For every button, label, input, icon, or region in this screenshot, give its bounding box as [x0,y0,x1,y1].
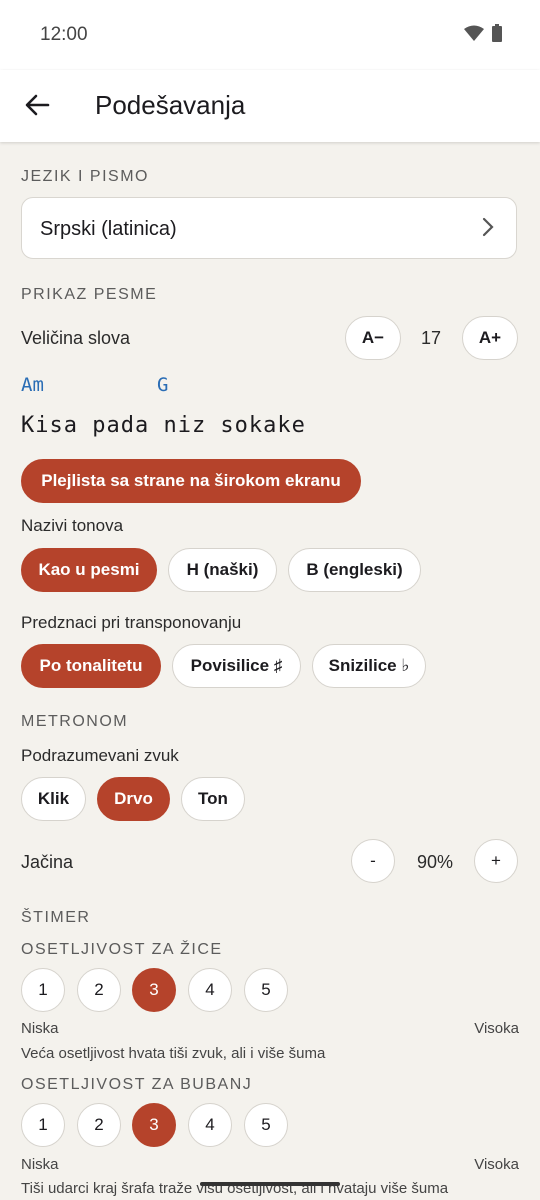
tuner-section-header: ŠTIMER [21,909,91,926]
font-decrease-button[interactable]: A− [345,316,401,360]
strings-level-5[interactable]: 5 [244,968,288,1012]
font-size-value: 17 [421,328,442,348]
preview-lyric: Kisa pada niz sokake [21,413,306,438]
tone-option-h[interactable]: H (naški) [168,548,277,592]
strings-level-2[interactable]: 2 [77,968,121,1012]
accidentals-label: Predznaci pri transponovanju [21,613,242,632]
arrow-back-icon[interactable] [22,90,52,120]
drum-high-label: Visoka [474,1156,519,1173]
app-bar: Podešavanja [0,70,540,142]
strings-level-4[interactable]: 4 [188,968,232,1012]
drum-sensitivity-header: OSETLJIVOST ZA BUBANJ [21,1076,253,1093]
metronome-section-header: METRONOM [21,713,129,730]
home-indicator[interactable] [200,1182,340,1186]
preview-chord: G [157,374,169,396]
strings-hint: Veća osetljivost hvata tiši zvuk, ali i … [21,1045,326,1062]
wifi-icon [464,25,484,46]
tone-option-song[interactable]: Kao u pesmi [21,548,157,592]
tone-names-label: Nazivi tonova [21,516,124,535]
tone-option-b[interactable]: B (engleski) [288,548,421,592]
status-bar: 12:00 [0,0,540,70]
chevron-right-icon [482,217,494,242]
drum-level-4[interactable]: 4 [188,1103,232,1147]
accidental-option-flats[interactable]: Snizilice ♭ [312,644,426,688]
language-selected: Srpski (latinica) [40,218,177,240]
page-title: Podešavanja [95,90,246,120]
sound-option-click[interactable]: Klik [21,777,86,821]
font-increase-button[interactable]: A+ [462,316,518,360]
sidebar-playlist-toggle[interactable]: Plejlista sa strane na širokom ekranu [21,459,361,503]
accidental-option-key[interactable]: Po tonalitetu [21,644,161,688]
battery-icon [492,24,502,47]
strings-low-label: Niska [21,1020,59,1037]
drum-level-1[interactable]: 1 [21,1103,65,1147]
drum-level-3[interactable]: 3 [132,1103,176,1147]
preview-chord: Am [21,374,44,396]
status-time: 12:00 [40,24,88,45]
strings-level-1[interactable]: 1 [21,968,65,1012]
volume-increase-button[interactable]: + [474,839,518,883]
sound-option-wood[interactable]: Drvo [97,777,170,821]
drum-level-5[interactable]: 5 [244,1103,288,1147]
volume-decrease-button[interactable]: - [351,839,395,883]
volume-label: Jačina [21,852,74,872]
language-selector[interactable]: Srpski (latinica) [21,197,517,259]
sound-option-tone[interactable]: Ton [181,777,245,821]
drum-low-label: Niska [21,1156,59,1173]
accidental-option-sharps[interactable]: Povisilice ♯ [172,644,301,688]
volume-value: 90% [417,852,454,872]
song-display-section-header: PRIKAZ PESME [21,286,158,303]
strings-sensitivity-header: OSETLJIVOST ZA ŽICE [21,941,223,958]
language-section-header: JEZIK I PISMO [21,168,149,185]
font-size-label: Veličina slova [21,328,131,348]
strings-level-3[interactable]: 3 [132,968,176,1012]
drum-level-2[interactable]: 2 [77,1103,121,1147]
strings-high-label: Visoka [474,1020,519,1037]
default-sound-label: Podrazumevani zvuk [21,746,179,765]
